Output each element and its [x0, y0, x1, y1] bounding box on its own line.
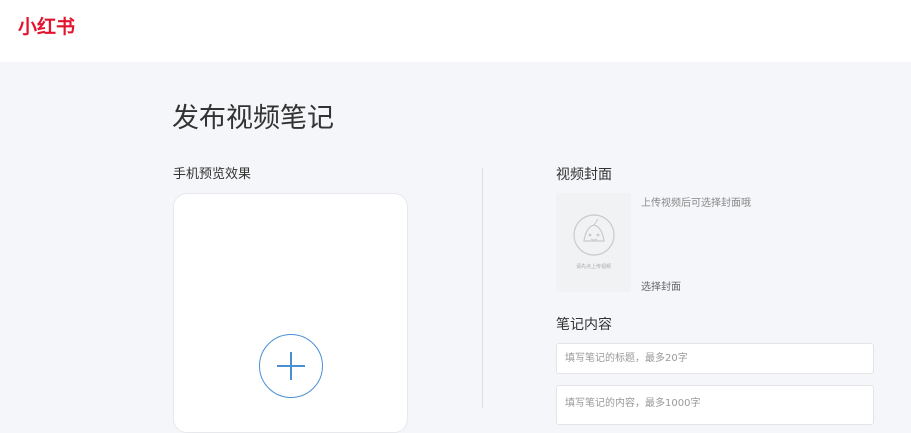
content-label: 笔记内容 [556, 317, 612, 333]
logo[interactable]: 小红书 [18, 12, 75, 39]
note-title-input[interactable] [556, 343, 874, 374]
cover-thumbnail[interactable]: 请先点上传视频 [556, 193, 631, 292]
cover-thumbnail-caption: 请先点上传视频 [575, 264, 611, 270]
select-cover-link[interactable]: 选择封面 [641, 278, 681, 293]
cover-hint: 上传视频后可选择封面哦 [641, 198, 751, 209]
note-body-input[interactable] [556, 385, 874, 425]
cover-label: 视频封面 [556, 167, 612, 183]
plus-icon [277, 352, 305, 380]
add-video-button[interactable] [259, 334, 323, 398]
top-bar: 小红书 [0, 0, 911, 62]
page-title: 发布视频笔记 [172, 103, 334, 134]
placeholder-mascot-icon [572, 214, 615, 256]
section-divider [482, 168, 483, 408]
preview-label: 手机预览效果 [173, 167, 252, 182]
phone-preview [173, 193, 408, 433]
